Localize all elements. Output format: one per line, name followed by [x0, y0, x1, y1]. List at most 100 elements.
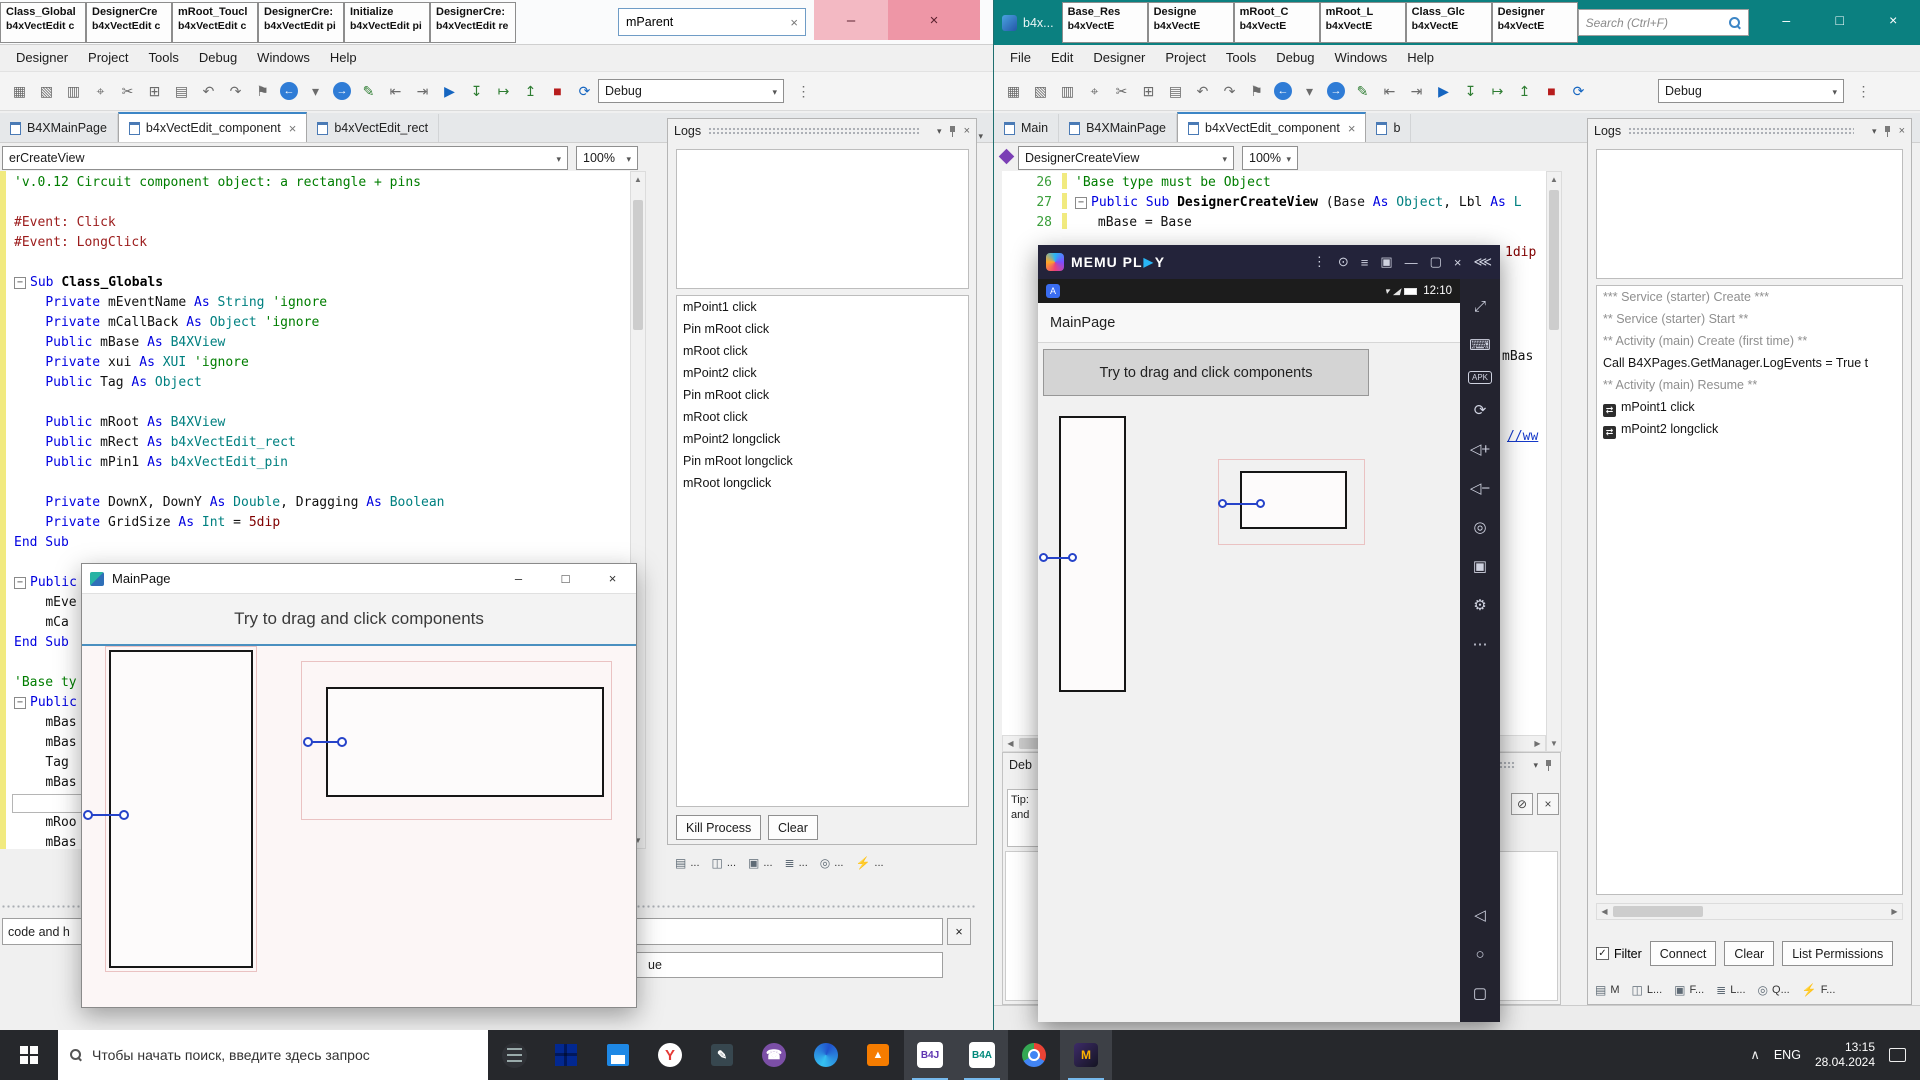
- stop-icon[interactable]: ■: [546, 80, 569, 103]
- modules-tab[interactable]: ▤M: [1595, 983, 1620, 997]
- component-rectangle[interactable]: [326, 687, 604, 797]
- save-all-icon[interactable]: ▥: [62, 80, 85, 103]
- editor-tab[interactable]: B4XMainPage: [0, 114, 118, 142]
- pip-icon[interactable]: ▣: [1380, 254, 1392, 270]
- document-tab[interactable]: Designerb4xVectE: [1492, 2, 1578, 43]
- step-into-icon[interactable]: ↧: [1459, 80, 1482, 103]
- action-center-icon[interactable]: [1889, 1048, 1906, 1062]
- step-over-icon[interactable]: ↦: [1486, 80, 1509, 103]
- quick-tab[interactable]: ⚡F...: [1802, 983, 1836, 997]
- navigate-forward-icon[interactable]: →: [1327, 82, 1345, 100]
- drag-handle[interactable]: [1628, 127, 1854, 136]
- maximize-icon[interactable]: ▢: [1430, 254, 1442, 270]
- yandex-app[interactable]: Y: [644, 1030, 696, 1080]
- home-icon[interactable]: ○: [1475, 941, 1484, 967]
- menu-help[interactable]: Help: [320, 45, 367, 71]
- bookmark-filter-box[interactable]: mParent: [618, 8, 806, 36]
- location-icon[interactable]: ◎: [1473, 514, 1486, 540]
- window-titlebar[interactable]: MainPage: [82, 564, 636, 594]
- navigate-back-icon[interactable]: ←: [280, 82, 298, 100]
- scroll-left-icon[interactable]: ◀: [1003, 736, 1018, 751]
- list-permissions-button[interactable]: List Permissions: [1782, 941, 1893, 966]
- logs-panel-header[interactable]: Logs: [1588, 119, 1911, 143]
- scroll-right-icon[interactable]: ▶: [1530, 736, 1545, 751]
- zoom-select[interactable]: 100%: [576, 146, 638, 170]
- navigate-back-icon[interactable]: ←: [1274, 82, 1292, 100]
- apk-install-icon[interactable]: APK: [1468, 371, 1492, 384]
- bookmark-icon[interactable]: ⚑: [251, 80, 274, 103]
- shared-folder-icon[interactable]: ▣: [1473, 553, 1487, 579]
- editor-tab[interactable]: b: [1366, 114, 1411, 142]
- chrome-app[interactable]: [1008, 1030, 1060, 1080]
- layouts-tab[interactable]: ◫L...: [1632, 983, 1663, 997]
- compile-run-icon[interactable]: ▶: [1432, 80, 1455, 103]
- document-tab[interactable]: Class_Globalb4xVectEdit c: [0, 2, 86, 43]
- close-button[interactable]: [1866, 6, 1920, 40]
- document-tab[interactable]: mRoot_Touclb4xVectEdit c: [172, 2, 258, 43]
- component-pin[interactable]: [1218, 499, 1265, 508]
- open-project-icon[interactable]: ▧: [35, 80, 58, 103]
- editor-app[interactable]: ✎: [696, 1030, 748, 1080]
- paste-icon[interactable]: ▤: [170, 80, 193, 103]
- build-configuration-select[interactable]: Debug: [598, 79, 784, 103]
- document-tab[interactable]: Initializeb4xVectEdit pi: [344, 2, 430, 43]
- rotate-icon[interactable]: ⟳: [1474, 397, 1487, 423]
- files-tab[interactable]: ▣...: [748, 856, 773, 870]
- step-into-icon[interactable]: ↧: [465, 80, 488, 103]
- filter-toggle[interactable]: Filter: [1596, 947, 1642, 961]
- close-icon[interactable]: ×: [1454, 255, 1462, 270]
- document-tab[interactable]: mRoot_Lb4xVectE: [1320, 2, 1406, 43]
- menu-designer[interactable]: Designer: [1083, 45, 1155, 71]
- scroll-up-icon[interactable]: ▲: [1547, 172, 1561, 187]
- menu-project[interactable]: Project: [78, 45, 138, 71]
- undo-icon[interactable]: ↶: [1191, 80, 1214, 103]
- component-pin[interactable]: [303, 737, 347, 747]
- volume-down-icon[interactable]: ◁−: [1470, 475, 1490, 501]
- floppy-app[interactable]: [592, 1030, 644, 1080]
- grid-app[interactable]: [540, 1030, 592, 1080]
- menu-tools[interactable]: Tools: [139, 45, 189, 71]
- chevron-down-icon[interactable]: [1867, 125, 1877, 137]
- find-icon[interactable]: ⌖: [89, 80, 112, 103]
- minimize-button[interactable]: [495, 564, 542, 593]
- logs-tab[interactable]: ≣...: [785, 856, 808, 870]
- start-button[interactable]: [0, 1030, 58, 1080]
- scroll-left-icon[interactable]: ◀: [1597, 904, 1612, 919]
- search-box[interactable]: Search (Ctrl+F): [1578, 9, 1750, 36]
- maximize-button[interactable]: [542, 564, 589, 593]
- step-out-icon[interactable]: ↥: [519, 80, 542, 103]
- document-tab[interactable]: DesignerCre:b4xVectEdit re: [430, 2, 516, 43]
- scroll-up-icon[interactable]: ▲: [631, 172, 645, 187]
- redo-icon[interactable]: ↷: [224, 80, 247, 103]
- undo-icon[interactable]: ↶: [197, 80, 220, 103]
- step-over-icon[interactable]: ↦: [492, 80, 515, 103]
- rebuild-icon[interactable]: ⟳: [1567, 80, 1590, 103]
- back-icon[interactable]: ◁: [1474, 902, 1486, 928]
- menu-help[interactable]: Help: [1397, 45, 1444, 71]
- sub-navigator-select[interactable]: DesignerCreateView: [1018, 146, 1234, 170]
- stop-icon[interactable]: ■: [1540, 80, 1563, 103]
- modules-tab[interactable]: ▤...: [675, 856, 700, 870]
- cut-icon[interactable]: ✂: [1110, 80, 1133, 103]
- kill-process-button[interactable]: Kill Process: [676, 815, 761, 840]
- maximize-button[interactable]: [1813, 6, 1867, 40]
- scrollbar-thumb[interactable]: [1613, 906, 1703, 917]
- navigate-forward-icon[interactable]: →: [333, 82, 351, 100]
- layouts-tab[interactable]: ◫...: [712, 856, 737, 870]
- close-find-button[interactable]: [947, 918, 971, 945]
- fold-toggle-icon[interactable]: −: [14, 577, 26, 589]
- back-history-icon[interactable]: ▾: [304, 80, 327, 103]
- scroll-down-icon[interactable]: ▼: [1547, 736, 1561, 751]
- editor-vertical-scrollbar[interactable]: ▲ ▼: [1546, 171, 1562, 752]
- quick-tab[interactable]: ⚡...: [855, 856, 883, 870]
- minimize-button[interactable]: [814, 0, 888, 40]
- document-tab[interactable]: Class_Glcb4xVectE: [1406, 2, 1492, 43]
- account-icon[interactable]: ⊙: [1338, 254, 1349, 270]
- editor-tab[interactable]: b4xVectEdit_component×: [1177, 112, 1366, 142]
- sub-navigator-select[interactable]: erCreateView: [2, 146, 568, 170]
- menu-tools[interactable]: Tools: [1216, 45, 1266, 71]
- language-indicator[interactable]: ENG: [1774, 1048, 1801, 1062]
- new-module-icon[interactable]: ▦: [1002, 80, 1025, 103]
- menu-edit[interactable]: Edit: [1041, 45, 1083, 71]
- viber-app[interactable]: ☎: [748, 1030, 800, 1080]
